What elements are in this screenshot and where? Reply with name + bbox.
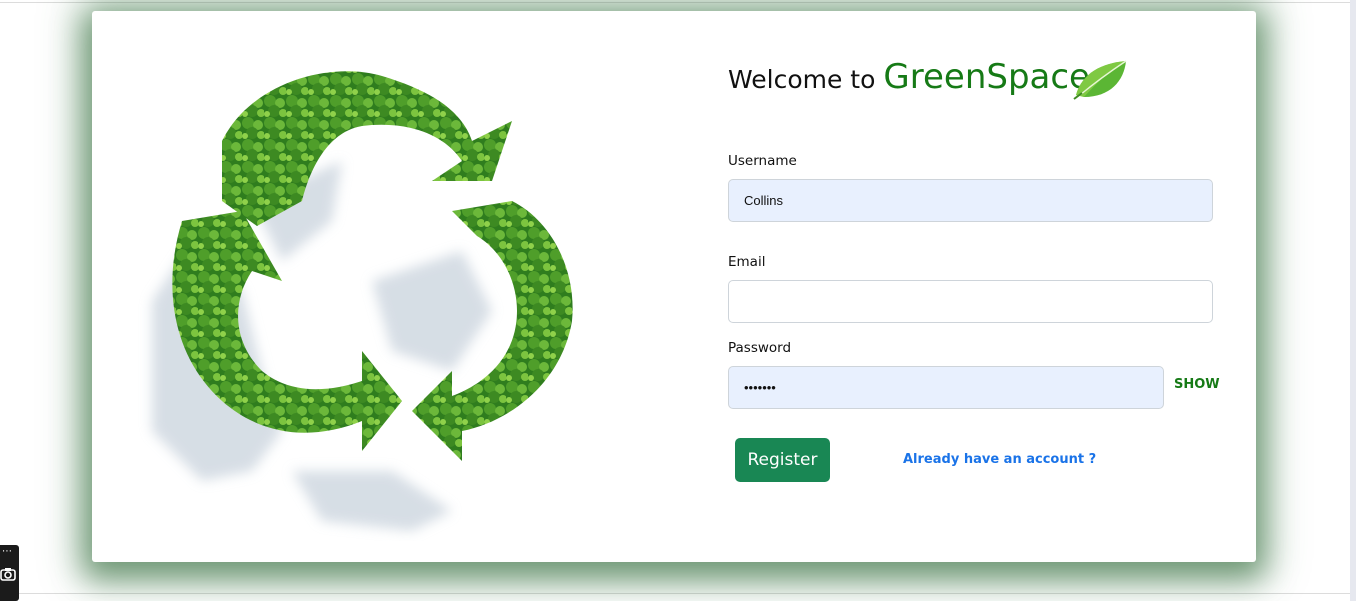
floating-toolbar[interactable]: ⋯ bbox=[0, 545, 19, 601]
username-label: Username bbox=[728, 153, 797, 169]
top-divider bbox=[0, 2, 1350, 3]
camera-icon[interactable] bbox=[0, 567, 16, 581]
register-button[interactable]: Register bbox=[735, 438, 830, 482]
scrollbar-track[interactable] bbox=[1350, 0, 1356, 601]
username-input[interactable] bbox=[728, 179, 1213, 222]
register-card: Welcome to GreenSpace Username Email Pas… bbox=[92, 11, 1256, 562]
more-icon[interactable]: ⋯ bbox=[2, 546, 12, 557]
brand-name: GreenSpace bbox=[883, 57, 1090, 97]
page: Welcome to GreenSpace Username Email Pas… bbox=[0, 0, 1356, 601]
recycle-trees-illustration bbox=[152, 71, 573, 531]
show-password-toggle[interactable]: SHOW bbox=[1174, 377, 1220, 392]
password-input[interactable] bbox=[728, 366, 1164, 409]
email-input[interactable] bbox=[728, 280, 1213, 323]
welcome-heading: Welcome to GreenSpace bbox=[728, 57, 1090, 97]
email-label: Email bbox=[728, 254, 766, 270]
welcome-prefix: Welcome to bbox=[728, 65, 876, 94]
login-link[interactable]: Already have an account ? bbox=[903, 452, 1096, 467]
leaf-icon bbox=[1073, 60, 1127, 100]
bottom-divider bbox=[0, 593, 1350, 594]
password-label: Password bbox=[728, 340, 792, 356]
